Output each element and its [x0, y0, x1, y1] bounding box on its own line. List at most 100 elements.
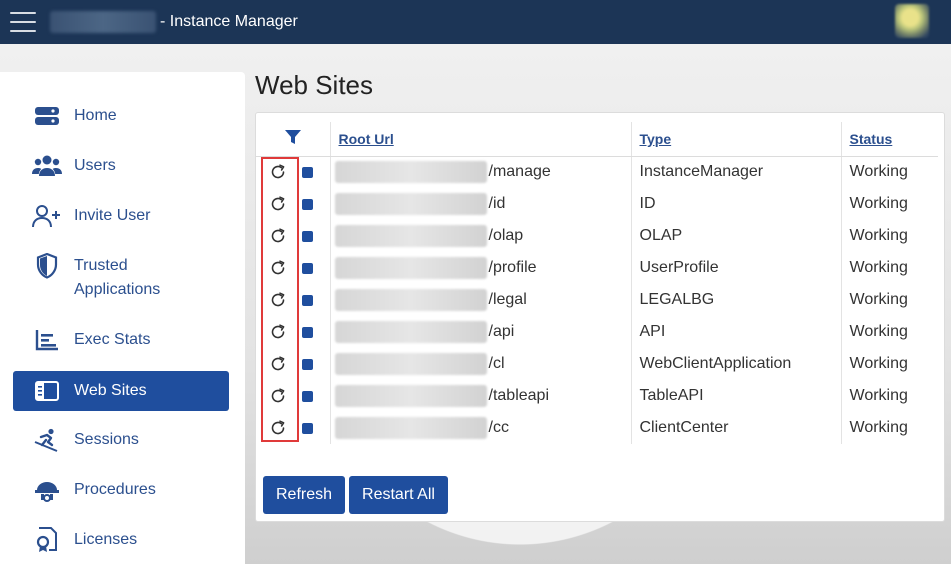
sidebar-item-users[interactable]: Users — [13, 153, 229, 179]
refresh-button[interactable]: Refresh — [263, 476, 345, 514]
sidebar-item-label: Sessions — [74, 431, 139, 448]
restart-icon[interactable] — [270, 420, 286, 436]
root-url-cell: /cc — [330, 412, 632, 444]
type-cell: TableAPI — [631, 380, 842, 412]
restart-icon[interactable] — [270, 196, 286, 212]
row-actions — [256, 316, 331, 348]
invite-user-icon — [32, 203, 62, 229]
restart-icon[interactable] — [270, 228, 286, 244]
sidebar-item-procedures[interactable]: Procedures — [13, 477, 229, 503]
sidebar-item-exec-stats[interactable]: Exec Stats — [13, 327, 229, 353]
table-header-row: Root Url Type Status — [256, 122, 938, 157]
hamburger-menu-icon[interactable] — [10, 12, 36, 32]
stop-icon[interactable] — [302, 262, 313, 274]
type-cell: WebClientApplication — [631, 348, 842, 380]
table-row: /cc ClientCenter Working — [256, 412, 938, 444]
status-cell: Working — [849, 291, 908, 308]
table-row: /manage InstanceManager Working — [256, 156, 938, 188]
root-url-cell: /olap — [330, 220, 632, 252]
root-url-cell: /legal — [330, 284, 632, 316]
sidebar-item-invite-user[interactable]: Invite User — [13, 203, 229, 229]
type-cell: ClientCenter — [631, 412, 842, 444]
app-title: - Instance Manager — [160, 13, 298, 30]
stop-icon[interactable] — [302, 358, 313, 370]
host-redacted — [334, 321, 487, 343]
avatar[interactable] — [895, 4, 929, 38]
stop-icon[interactable] — [302, 326, 313, 338]
root-url-cell: /profile — [330, 252, 632, 284]
status-cell: Working — [849, 259, 908, 276]
host-redacted — [334, 225, 487, 247]
root-url-path: /api — [488, 323, 515, 340]
table-row: /tableapi TableAPI Working — [256, 380, 938, 412]
sidebar-item-home[interactable]: Home — [13, 103, 229, 129]
page-title: Web Sites — [255, 70, 374, 100]
restart-icon[interactable] — [270, 388, 286, 404]
web-sites-icon — [32, 378, 62, 404]
sidebar-item-licenses[interactable]: Licenses — [13, 527, 229, 553]
row-actions — [256, 156, 331, 188]
sidebar-item-label: Licenses — [74, 531, 138, 548]
stop-icon[interactable] — [302, 390, 313, 402]
restart-all-button[interactable]: Restart All — [349, 476, 448, 514]
host-redacted — [334, 289, 487, 311]
restart-icon[interactable] — [270, 260, 286, 276]
root-url-path: /olap — [488, 227, 524, 244]
license-icon — [32, 527, 62, 553]
restart-icon[interactable] — [270, 292, 286, 308]
sidebar-item-sessions[interactable]: Sessions — [13, 427, 229, 453]
status-cell: Working — [849, 227, 908, 244]
stop-icon[interactable] — [302, 294, 313, 306]
status-cell: Working — [849, 323, 908, 340]
row-actions — [256, 380, 331, 412]
stop-icon[interactable] — [302, 166, 313, 178]
restart-icon[interactable] — [270, 356, 286, 372]
row-actions — [256, 252, 331, 284]
status-cell: Working — [849, 355, 908, 372]
sidebar: Home Users Invite User Trusted Applicati… — [0, 72, 245, 564]
stop-icon[interactable] — [302, 422, 313, 434]
sidebar-item-label: Users — [74, 157, 116, 174]
row-actions — [256, 412, 331, 444]
root-url-path: /id — [488, 195, 506, 212]
root-url-path: /profile — [488, 259, 537, 276]
stop-icon[interactable] — [302, 198, 313, 210]
root-url-cell: /id — [330, 188, 632, 220]
row-actions — [256, 284, 331, 316]
root-url-cell: /cl — [330, 348, 632, 380]
type-cell: LEGALBG — [631, 284, 842, 316]
filter-icon[interactable] — [284, 130, 301, 145]
status-cell: Working — [849, 419, 908, 436]
sidebar-item-trusted-applications[interactable]: Trusted Applications — [13, 253, 229, 302]
table-row: /profile UserProfile Working — [256, 252, 938, 284]
sidebar-item-label: Web Sites — [74, 382, 147, 399]
restart-icon[interactable] — [270, 164, 286, 180]
type-cell: ID — [631, 188, 842, 220]
restart-icon[interactable] — [270, 324, 286, 340]
root-url-path: /cc — [488, 419, 509, 436]
host-redacted — [334, 257, 487, 279]
host-redacted — [334, 161, 487, 184]
sidebar-item-label: Home — [74, 107, 117, 124]
sidebar-item-web-sites[interactable]: Web Sites — [13, 371, 229, 411]
sidebar-item-label: Invite User — [74, 207, 151, 224]
table-row: /api API Working — [256, 316, 938, 348]
filter-header[interactable] — [256, 122, 331, 157]
root-url-header[interactable]: Root Url — [330, 122, 632, 157]
status-cell: Working — [849, 195, 908, 212]
root-url-path: /cl — [488, 355, 505, 372]
type-header[interactable]: Type — [631, 122, 842, 157]
procedures-icon — [32, 477, 62, 503]
type-cell: API — [631, 316, 842, 348]
home-icon — [32, 103, 62, 129]
table-row: /legal LEGALBG Working — [256, 284, 938, 316]
instance-name-redacted — [50, 11, 156, 33]
row-actions — [256, 188, 331, 220]
row-actions — [256, 348, 331, 380]
chart-icon — [32, 327, 62, 353]
users-icon — [32, 153, 62, 179]
root-url-path: /tableapi — [488, 387, 550, 404]
stop-icon[interactable] — [302, 230, 313, 242]
status-header[interactable]: Status — [841, 122, 938, 157]
sidebar-item-label: Procedures — [74, 481, 156, 498]
